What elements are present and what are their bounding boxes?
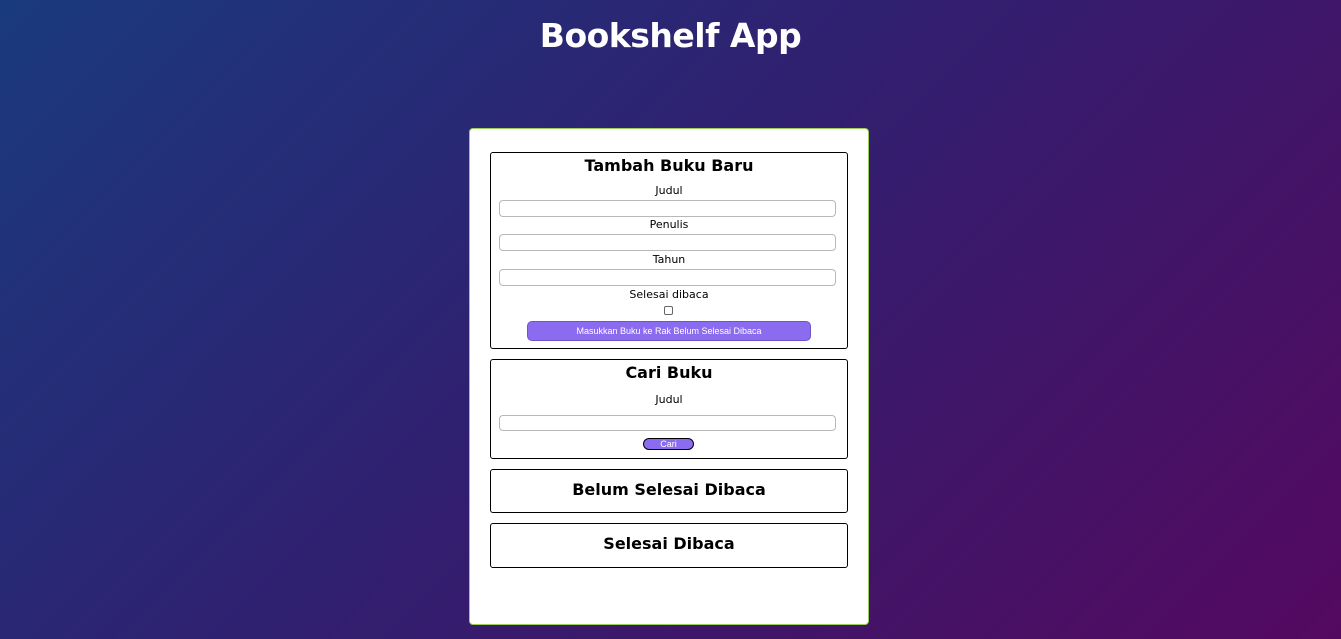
search-title-label: Judul (655, 393, 683, 406)
search-book-section: Cari Buku Judul Cari (490, 359, 848, 459)
search-book-title: Cari Buku (625, 363, 713, 382)
add-book-button[interactable]: Masukkan Buku ke Rak Belum Selesai Dibac… (527, 321, 811, 341)
app-title: Bookshelf App (539, 16, 802, 55)
book-author-label: Penulis (649, 218, 689, 231)
add-book-section: Tambah Buku Baru Judul Penulis Tahun Sel… (490, 152, 848, 349)
search-title-input[interactable] (499, 415, 836, 431)
unfinished-bookshelf-title: Belum Selesai Dibaca (572, 480, 766, 499)
finished-bookshelf: Selesai Dibaca (490, 523, 848, 568)
book-finished-label: Selesai dibaca (629, 288, 709, 301)
finished-bookshelf-title: Selesai Dibaca (603, 534, 735, 553)
book-title-input[interactable] (499, 200, 836, 217)
main-container: Tambah Buku Baru Judul Penulis Tahun Sel… (469, 128, 869, 625)
search-button[interactable]: Cari (643, 438, 694, 450)
add-book-title: Tambah Buku Baru (584, 156, 754, 175)
book-finished-checkbox[interactable] (664, 306, 673, 315)
book-author-input[interactable] (499, 234, 836, 251)
book-year-label: Tahun (652, 253, 686, 266)
unfinished-bookshelf: Belum Selesai Dibaca (490, 469, 848, 513)
book-year-input[interactable] (499, 269, 836, 286)
book-title-label: Judul (655, 184, 683, 197)
